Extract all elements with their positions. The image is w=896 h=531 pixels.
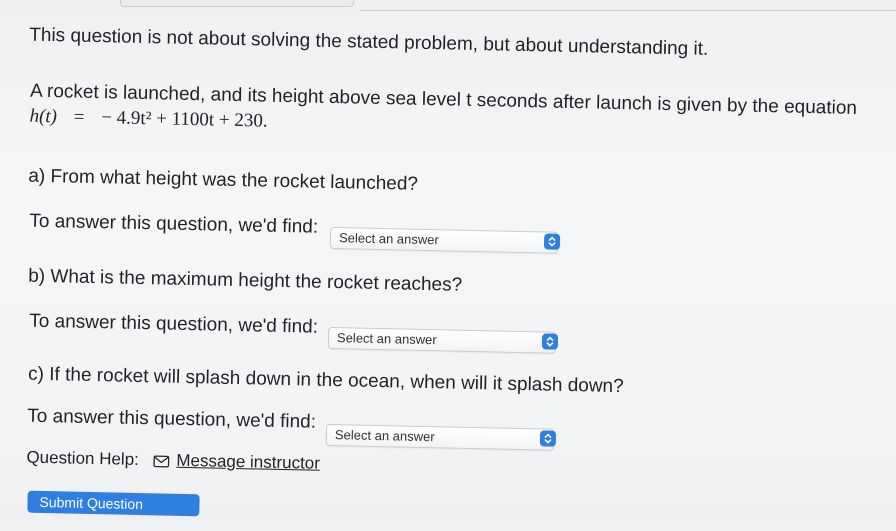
question-help: Question Help: Message instructor [26, 448, 320, 476]
find-label-a: To answer this question, we'd find: [29, 210, 319, 238]
submit-question-button[interactable]: Submit Question [27, 490, 200, 517]
answer-select-b-value: Select an answer [336, 330, 437, 348]
answer-select-a-value: Select an answer [338, 230, 439, 248]
answer-select-c[interactable]: Select an answer [325, 423, 557, 451]
question-help-label: Question Help: [26, 447, 140, 470]
question-a: a) From what height was the rocket launc… [28, 165, 419, 195]
select-arrows-icon [539, 430, 557, 447]
answer-select-b[interactable]: Select an answer [327, 326, 559, 354]
select-arrows-icon [541, 333, 559, 350]
intro-text: This question is not about solving the s… [29, 24, 709, 60]
equation-lhs: h(t) [29, 105, 58, 128]
question-c: c) If the rocket will splash down in the… [27, 363, 624, 398]
find-label-c: To answer this question, we'd find: [27, 405, 317, 433]
select-arrows-icon [543, 233, 561, 250]
message-instructor-link[interactable]: Message instructor [176, 451, 320, 473]
answer-select-c-value: Select an answer [334, 427, 435, 445]
question-b: b) What is the maximum height the rocket… [28, 265, 463, 296]
envelope-icon [153, 452, 170, 472]
equation: h(t) = − 4.9t² + 1100t + 230. [29, 106, 268, 133]
find-label-b: To answer this question, we'd find: [29, 310, 319, 338]
equation-rhs: − 4.9t² + 1100t + 230. [100, 107, 268, 132]
equation-equals: = [73, 106, 85, 128]
question-panel: This question is not about solving the s… [0, 0, 896, 523]
answer-select-a[interactable]: Select an answer [329, 226, 561, 254]
